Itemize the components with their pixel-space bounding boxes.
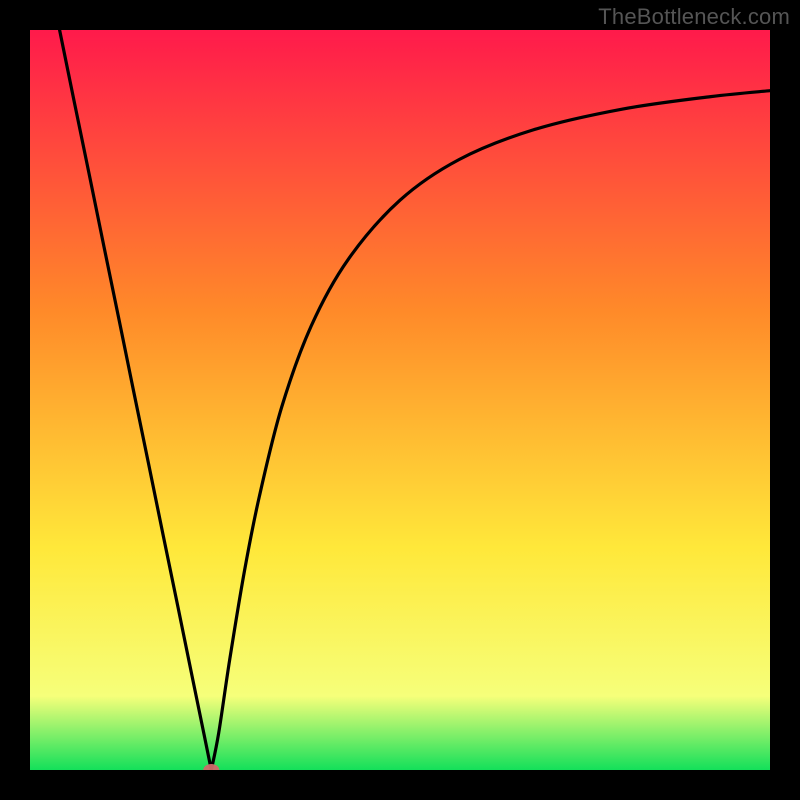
gradient-background xyxy=(30,30,770,770)
chart-frame: TheBottleneck.com xyxy=(0,0,800,800)
watermark-text: TheBottleneck.com xyxy=(598,4,790,30)
bottleneck-curve-chart xyxy=(30,30,770,770)
plot-area xyxy=(30,30,770,770)
